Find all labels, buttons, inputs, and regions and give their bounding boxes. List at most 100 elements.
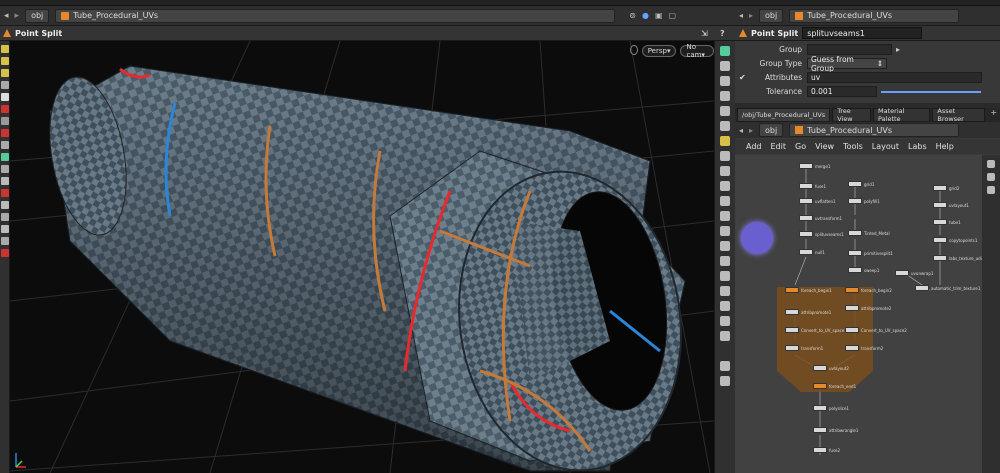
render-region-icon[interactable] — [0, 141, 9, 149]
record-icon[interactable] — [0, 249, 9, 257]
forward-arrow-icon[interactable]: ▸ — [15, 11, 20, 21]
menu-view[interactable]: View — [815, 142, 834, 151]
back-arrow-icon[interactable]: ◂ — [4, 11, 9, 21]
edge-icon[interactable] — [720, 166, 730, 176]
network-node[interactable] — [848, 230, 862, 236]
params-forward-icon[interactable]: ▸ — [749, 11, 753, 20]
network-node[interactable] — [799, 163, 813, 169]
lock-icon[interactable] — [0, 93, 9, 101]
network-node[interactable] — [895, 270, 909, 276]
network-node[interactable] — [848, 267, 862, 273]
network-node[interactable] — [799, 198, 813, 204]
network-node[interactable] — [915, 285, 929, 291]
network-node[interactable] — [845, 345, 859, 351]
snap-icon[interactable] — [0, 105, 9, 113]
menu-layout[interactable]: Layout — [872, 142, 899, 151]
network-node[interactable] — [933, 202, 947, 208]
point-display-icon[interactable] — [720, 106, 730, 116]
display-options-icon[interactable] — [630, 45, 638, 55]
network-node[interactable] — [933, 255, 947, 261]
wireframe-icon[interactable] — [720, 61, 730, 71]
menu-add[interactable]: Add — [746, 142, 762, 151]
abc-icon[interactable] — [720, 316, 730, 326]
face-icon[interactable] — [720, 181, 730, 191]
ghost-icon[interactable] — [720, 46, 730, 56]
tab-material-palette[interactable]: Material Palette — [873, 107, 931, 123]
add-tab-icon[interactable]: + — [987, 108, 1000, 122]
info-icon[interactable] — [720, 361, 730, 371]
network-node[interactable] — [799, 231, 813, 237]
normals-icon[interactable] — [720, 121, 730, 131]
move-tool-icon[interactable] — [0, 81, 9, 89]
network-path-context[interactable]: obj — [759, 123, 784, 137]
lock-camera-icon[interactable] — [720, 76, 730, 86]
net-select-icon[interactable] — [987, 160, 995, 168]
network-forward-icon[interactable]: ▸ — [749, 126, 753, 135]
orbit-icon[interactable] — [0, 213, 9, 221]
help-icon[interactable]: ? — [720, 29, 725, 38]
vertex-icon[interactable] — [720, 151, 730, 161]
net-network-icon[interactable] — [987, 186, 995, 194]
tolerance-slider[interactable] — [881, 90, 981, 93]
camera-menu[interactable]: No cam▾ — [680, 43, 714, 59]
select-mode-icon[interactable] — [0, 57, 9, 65]
attributes-checkbox[interactable]: ✔ — [739, 73, 746, 82]
attributes-input[interactable]: uv — [807, 72, 982, 83]
visibility-icon[interactable] — [720, 331, 730, 341]
network-node[interactable] — [785, 287, 799, 293]
persp-menu[interactable]: Persp▾ — [641, 45, 677, 57]
grid-display-icon[interactable] — [720, 241, 730, 251]
network-node[interactable] — [813, 405, 827, 411]
render-icon[interactable] — [720, 301, 730, 311]
brush-tool-icon[interactable] — [0, 165, 9, 173]
network-node[interactable] — [813, 365, 827, 371]
screenshot-icon[interactable] — [720, 211, 730, 221]
network-node[interactable] — [785, 345, 799, 351]
path-context[interactable]: obj — [25, 8, 50, 23]
network-node[interactable] — [848, 198, 862, 204]
settings-icon[interactable] — [720, 376, 730, 386]
network-node[interactable] — [933, 185, 947, 191]
layout-icon[interactable]: ▣ — [655, 11, 663, 20]
light-tool-icon[interactable] — [0, 201, 9, 209]
link-icon[interactable]: ● — [642, 11, 649, 20]
network-node[interactable] — [845, 305, 859, 311]
network-editor[interactable]: merge1 fuse1 grid1 grid2 uvflatten1 polyfill1… — [735, 155, 982, 473]
network-node[interactable] — [799, 215, 813, 221]
camera-tool-icon[interactable] — [0, 237, 9, 245]
maximize-icon[interactable]: ▢ — [669, 11, 677, 20]
crop-icon[interactable] — [720, 271, 730, 281]
uv-icon[interactable] — [720, 196, 730, 206]
dolly-icon[interactable] — [0, 225, 9, 233]
flipbook-icon[interactable] — [720, 286, 730, 296]
grid-snap-icon[interactable] — [0, 117, 9, 125]
light-icon[interactable] — [720, 136, 730, 146]
foreach-block[interactable] — [777, 287, 873, 392]
network-node[interactable] — [785, 327, 799, 333]
menu-tools[interactable]: Tools — [843, 142, 863, 151]
select-tool-icon[interactable] — [0, 45, 9, 53]
color-tool-icon[interactable] — [0, 153, 9, 161]
network-node[interactable] — [813, 427, 827, 433]
network-node[interactable] — [813, 383, 827, 389]
node-name-field[interactable]: splituvseams1 — [802, 27, 923, 39]
params-back-icon[interactable]: ◂ — [739, 11, 743, 20]
network-node[interactable] — [845, 327, 859, 333]
network-node[interactable] — [813, 447, 827, 453]
snapping-icon[interactable] — [720, 256, 730, 266]
network-node[interactable] — [799, 249, 813, 255]
group-type-dropdown[interactable]: Guess from Group ⇕ — [807, 55, 887, 73]
param-group-input[interactable] — [807, 44, 892, 55]
params-path-context[interactable]: obj — [759, 8, 784, 23]
menu-help[interactable]: Help — [936, 142, 954, 151]
tab-tree-view[interactable]: Tree View — [832, 107, 872, 123]
menu-labs[interactable]: Labs — [908, 142, 927, 151]
path-node[interactable]: Tube_Procedural_UVs — [55, 8, 616, 23]
network-node[interactable] — [933, 219, 947, 225]
pose-icon[interactable] — [0, 129, 9, 137]
network-node[interactable] — [845, 287, 859, 293]
network-path-node[interactable]: Tube_Procedural_UVs — [789, 123, 960, 137]
network-back-icon[interactable]: ◂ — [739, 126, 743, 135]
network-node[interactable] — [848, 181, 862, 187]
menu-edit[interactable]: Edit — [771, 142, 787, 151]
